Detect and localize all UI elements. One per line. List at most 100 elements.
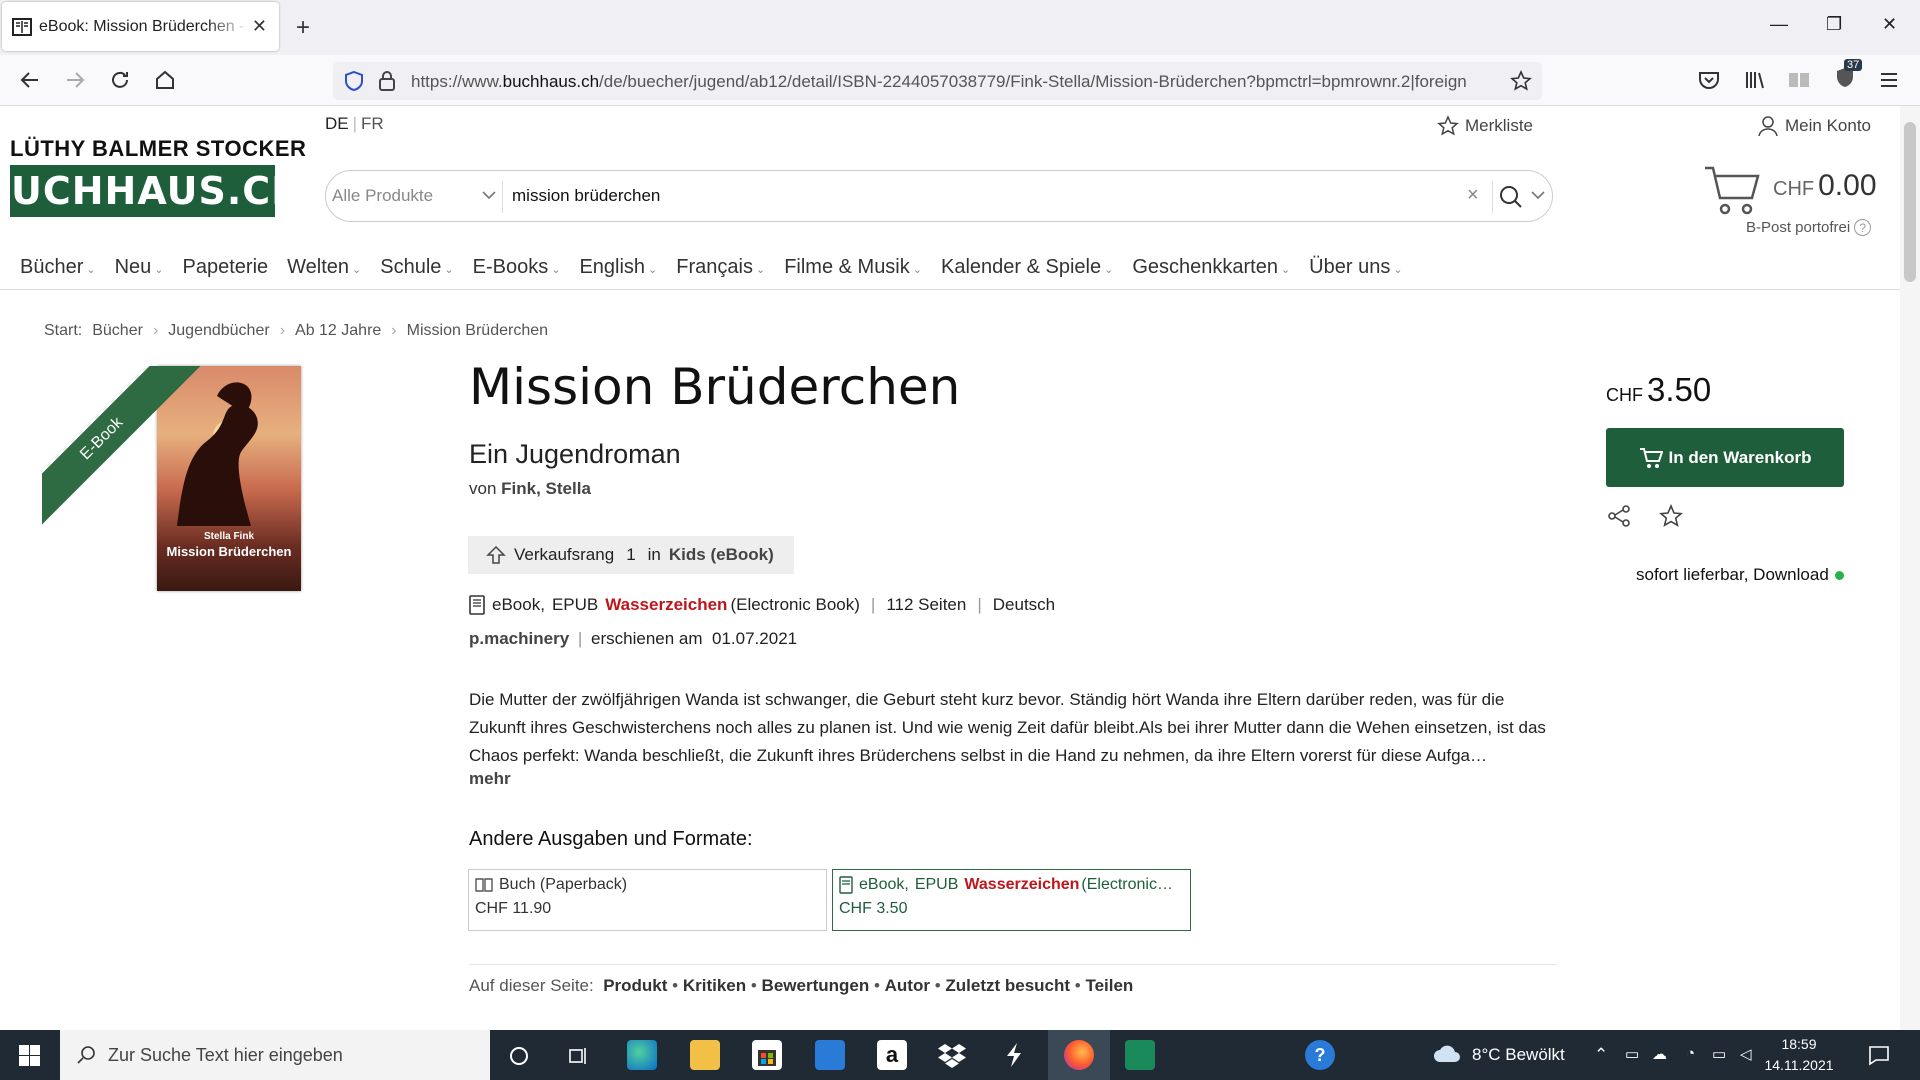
windows-start-icon[interactable] [19,1045,40,1066]
volume-icon[interactable]: ◁ [1740,1045,1752,1063]
help-icon[interactable]: ? [1854,219,1872,236]
amazon-icon[interactable]: a [877,1040,907,1070]
user-icon [1758,116,1778,137]
edition-paperback[interactable]: Buch (Paperback) CHF 11.90 [468,869,827,931]
nav-item[interactable]: Filme & Musik ⌄ [784,256,922,279]
onpage-link[interactable]: Bewertungen [762,976,870,995]
more-link[interactable]: mehr [469,769,511,789]
library-icon[interactable] [1742,67,1768,93]
search-category-select[interactable]: Alle Produkte [332,186,433,206]
weather-cloud-icon[interactable] [1432,1042,1462,1066]
breadcrumb-item[interactable]: Bücher [92,322,143,340]
back-icon[interactable] [17,67,43,93]
mail-icon[interactable] [815,1040,845,1070]
shield-icon[interactable] [343,70,365,92]
onpage-link[interactable]: Produkt [603,976,667,995]
task-view-icon[interactable] [568,1045,590,1067]
share-icon[interactable] [1607,504,1631,528]
nav-item[interactable]: Français ⌄ [676,256,765,279]
cart-icon[interactable] [1703,164,1761,218]
nav-item[interactable]: Über uns ⌄ [1309,256,1402,279]
tray-device-icon[interactable]: ▭ [1625,1045,1639,1063]
maximize-icon[interactable]: ❐ [1826,14,1842,35]
author-link[interactable]: Fink, Stella [501,479,591,498]
nav-item-label: English [579,256,646,278]
breadcrumb-item[interactable]: Jugendbücher [168,322,269,340]
onpage-link[interactable]: Zuletzt besucht [945,976,1070,995]
weather-text[interactable]: 8°C Bewölkt [1472,1045,1565,1065]
taskbar-search[interactable]: Zur Suche Text hier eingeben [60,1030,490,1080]
lightning-app-icon[interactable] [1003,1042,1025,1068]
pocket-icon[interactable] [1696,67,1722,93]
onpage-link[interactable]: Kritiken [683,976,746,995]
add-to-cart-button[interactable]: In den Warenkorb [1606,428,1844,487]
extension-button[interactable]: 37 [1832,59,1863,95]
home-icon[interactable] [152,67,178,93]
bookmark-star-icon[interactable] [1510,70,1532,92]
battery-icon[interactable]: ▭ [1712,1045,1726,1063]
edition-ebook[interactable]: eBook, EPUB Wasserzeichen (Electronic… CHF … [832,869,1191,931]
nav-item[interactable]: English ⌄ [579,256,657,279]
search-icon [77,1046,95,1064]
page-scrollbar[interactable] [1900,106,1920,1030]
nav-item[interactable]: Papeterie [183,256,269,279]
file-explorer-icon[interactable] [690,1040,720,1070]
browser-tab[interactable]: eBook: Mission Brüderchen - Fink, Stella… [2,2,279,51]
nav-item[interactable]: Neu ⌄ [115,256,164,279]
scrollbar-thumb[interactable] [1904,122,1916,282]
app-shield-icon[interactable] [1125,1040,1155,1070]
search-bar: Alle Produkte mission brüderchen × [325,170,1553,222]
merkliste-link[interactable]: Merkliste [1437,115,1533,137]
forward-icon[interactable] [62,67,88,93]
reload-icon[interactable] [107,67,133,93]
edge-icon[interactable] [627,1040,657,1070]
breadcrumb-current: Mission Brüderchen [406,322,549,339]
firefox-active-tab[interactable] [1048,1030,1110,1080]
search-options-chevron-icon[interactable] [1530,187,1546,203]
search-icon[interactable] [1498,184,1524,210]
product-title: Mission Brüderchen [469,358,961,416]
new-tab-icon[interactable]: + [296,14,310,42]
close-window-icon[interactable]: ✕ [1882,14,1897,35]
breadcrumb-item[interactable]: Ab 12 Jahre [295,322,381,340]
star-icon [1437,115,1459,136]
search-input[interactable]: mission brüderchen [512,186,660,206]
minimize-icon[interactable]: — [1770,14,1788,35]
dropbox-icon[interactable] [937,1042,967,1068]
close-tab-icon[interactable]: ✕ [252,16,267,37]
sales-rank[interactable]: Verkaufsrang 1 in Kids (eBook) [468,536,794,574]
url-bar[interactable]: https://www.buchhaus.ch/de/buecher/jugen… [333,62,1542,100]
clear-search-icon[interactable]: × [1467,184,1479,207]
onpage-link[interactable]: Teilen [1085,976,1133,995]
nav-item[interactable]: Schule ⌄ [380,256,453,279]
onpage-link[interactable]: Autor [885,976,930,995]
drm-label[interactable]: Wasserzeichen [605,595,727,615]
notification-icon[interactable] [1868,1044,1890,1066]
chevron-down-icon[interactable] [481,187,497,203]
cart-total[interactable]: CHF 0.00 [1773,169,1877,203]
nav-item[interactable]: Bücher ⌄ [20,256,96,279]
nav-item[interactable]: E-Books ⌄ [473,256,561,279]
store-icon[interactable] [752,1040,782,1070]
cortana-icon[interactable] [508,1045,530,1067]
tray-cloud-icon[interactable]: ☁ [1652,1045,1667,1063]
lang-fr[interactable]: FR [361,114,384,133]
wishlist-star-icon[interactable] [1659,504,1683,528]
reader-view-icon[interactable] [1786,67,1812,93]
nav-item[interactable]: Kalender & Spiele ⌄ [941,256,1113,279]
lock-icon[interactable] [377,70,397,92]
clock[interactable]: 18:59 14.11.2021 [1758,1034,1840,1076]
nav-item[interactable]: Geschenkkarten ⌄ [1132,256,1290,279]
help-app-icon[interactable]: ? [1305,1040,1335,1070]
logo-top[interactable]: LÜTHY BALMER STOCKER [10,136,306,162]
nav-item[interactable]: Welten ⌄ [287,256,361,279]
logo-main[interactable]: BUCHHAUS.CH [0,165,303,217]
menu-icon[interactable] [1876,67,1902,93]
chevron-down-icon: ⌄ [352,264,362,276]
publisher-link[interactable]: p.machinery [469,629,569,648]
tray-chevron-icon[interactable]: ⌃ [1594,1045,1608,1065]
lang-de[interactable]: DE [325,114,349,133]
wifi-icon[interactable]: ◔ [1686,1045,1695,1062]
account-link[interactable]: Mein Konto [1757,115,1871,137]
breadcrumb-chevron-icon: › [152,322,159,339]
